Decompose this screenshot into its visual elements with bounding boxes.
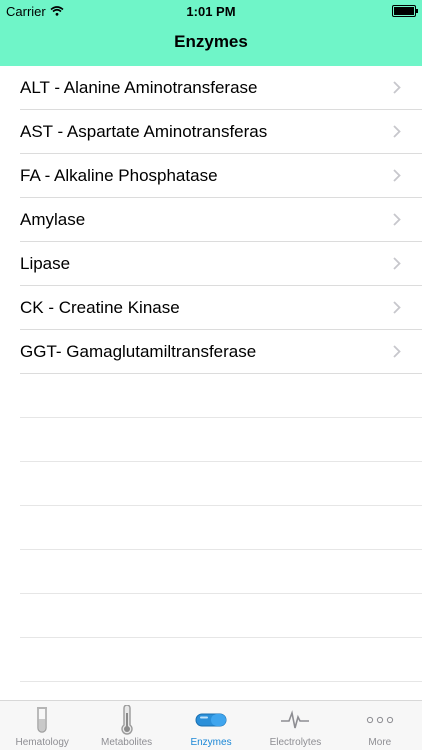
list-item[interactable]: CK - Creatine Kinase (20, 286, 422, 330)
empty-row (20, 550, 422, 594)
chevron-right-icon (390, 257, 404, 271)
list-item-label: FA - Alkaline Phosphatase (20, 165, 218, 185)
chevron-right-icon (390, 345, 404, 359)
tab-hematology[interactable]: Hematology (0, 701, 84, 750)
empty-row (20, 374, 422, 418)
pulse-icon (280, 705, 310, 735)
status-time: 1:01 PM (186, 4, 236, 19)
list-item-label: AST - Aspartate Aminotransferas (20, 121, 268, 141)
list-item-label: ALT - Alanine Aminotransferase (20, 77, 258, 97)
chevron-right-icon (390, 81, 404, 95)
battery-icon (392, 5, 418, 17)
tab-label: Hematology (15, 737, 69, 748)
chevron-right-icon (390, 125, 404, 139)
enzyme-list: ALT - Alanine Aminotransferase AST - Asp… (0, 66, 422, 682)
empty-row (20, 506, 422, 550)
list-item[interactable]: GGT- Gamaglutamiltransferase (20, 330, 422, 374)
list-item[interactable]: ALT - Alanine Aminotransferase (20, 66, 422, 110)
list-item[interactable]: Amylase (20, 198, 422, 242)
list-item[interactable]: AST - Aspartate Aminotransferas (20, 110, 422, 154)
empty-row (20, 462, 422, 506)
list-item-label: CK - Creatine Kinase (20, 297, 180, 317)
tab-label: Metabolites (101, 737, 153, 748)
capsule-icon (195, 705, 227, 735)
list-item-label: GGT- Gamaglutamiltransferase (20, 341, 257, 361)
status-bar: Carrier 1:01 PM (0, 0, 422, 22)
tab-electrolytes[interactable]: Electrolytes (253, 701, 337, 750)
list-item[interactable]: Lipase (20, 242, 422, 286)
thermometer-icon (120, 705, 134, 735)
tab-more[interactable]: More (338, 701, 422, 750)
more-dots-icon (366, 705, 394, 735)
page-title: Enzymes (174, 32, 248, 51)
navigation-bar: Carrier 1:01 PM Enzymes (0, 0, 422, 66)
empty-row (20, 418, 422, 462)
empty-row (20, 638, 422, 682)
chevron-right-icon (390, 213, 404, 227)
chevron-right-icon (390, 169, 404, 183)
list-item-label: Amylase (20, 209, 86, 229)
tab-label: More (368, 737, 392, 748)
list-item[interactable]: FA - Alkaline Phosphatase (20, 154, 422, 198)
tab-label: Electrolytes (269, 737, 322, 748)
tab-bar: Hematology Metabolites Enzymes Electroly… (0, 700, 422, 750)
tab-enzymes[interactable]: Enzymes (169, 701, 253, 750)
test-tube-icon (34, 705, 50, 735)
tab-label: Enzymes (190, 737, 232, 748)
chevron-right-icon (390, 301, 404, 315)
tab-metabolites[interactable]: Metabolites (84, 701, 168, 750)
empty-row (20, 594, 422, 638)
list-item-label: Lipase (20, 253, 71, 273)
